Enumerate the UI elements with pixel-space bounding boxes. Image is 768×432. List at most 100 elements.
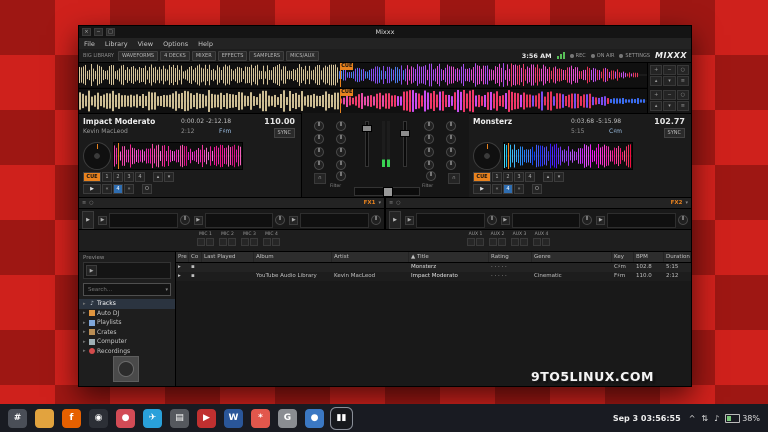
volume-icon[interactable]: ♪ <box>714 414 719 423</box>
fx-slot-toggle[interactable]: ▶ <box>501 216 510 225</box>
photo-app-icon[interactable]: * <box>251 409 270 428</box>
channel2-volume-fader[interactable] <box>400 121 408 167</box>
fx-slot-toggle[interactable]: ▶ <box>194 216 203 225</box>
maximize-button[interactable]: □ <box>106 28 115 36</box>
fx-slot-name[interactable] <box>109 213 178 228</box>
mic-gain-knob[interactable] <box>250 238 258 246</box>
mixxx-icon[interactable]: ▮▮ <box>332 409 351 428</box>
filter-knob[interactable] <box>336 171 346 181</box>
fx-slot-name[interactable] <box>300 213 369 228</box>
chevron-down-icon[interactable]: ▾ <box>165 287 168 293</box>
launcher-icon[interactable]: # <box>8 409 27 428</box>
menu-options[interactable]: Options <box>158 40 193 48</box>
web-browser-icon[interactable]: ● <box>305 409 324 428</box>
zoom-out-button[interactable]: − <box>663 65 675 75</box>
minimize-button[interactable]: − <box>94 28 103 36</box>
toolbar-effects[interactable]: EFFECTS <box>218 51 248 61</box>
loop-size-button[interactable]: 4 <box>113 184 123 194</box>
cover-art-spinny[interactable] <box>113 356 139 382</box>
hotcue-3[interactable]: 3 <box>514 172 524 182</box>
app-grid-icon[interactable]: ▤ <box>170 409 189 428</box>
menu-file[interactable]: File <box>79 40 100 48</box>
fx-slot-name[interactable] <box>607 213 676 228</box>
rate-down-button[interactable]: ▾ <box>164 172 174 182</box>
knob[interactable] <box>424 160 434 170</box>
rate-up-button[interactable]: ▴ <box>543 172 553 182</box>
menu-help[interactable]: Help <box>193 40 218 48</box>
zoom-out-button[interactable]: − <box>663 90 675 100</box>
table-row[interactable]: ▸▪YouTube Audio LibraryKevin MacLeodImpa… <box>176 272 691 281</box>
headphone-cue-button[interactable]: ∩ <box>314 173 326 184</box>
bpm-display[interactable]: 102.77 <box>654 117 685 126</box>
cue-button[interactable]: CUE <box>83 172 101 182</box>
fx-meta-knob[interactable] <box>582 215 592 225</box>
aux-gain-knob[interactable] <box>520 238 528 246</box>
settings-button[interactable]: SETTINGS <box>619 53 650 59</box>
fx-slot-name[interactable] <box>416 213 485 228</box>
sidebar-item-computer[interactable]: ▸Computer <box>79 337 175 347</box>
sync-button[interactable]: SYNC <box>664 128 685 138</box>
tray-expand-icon[interactable]: ^ <box>689 414 696 423</box>
knob[interactable] <box>336 160 346 170</box>
files-icon[interactable] <box>35 409 54 428</box>
taskbar-clock[interactable]: Sep 3 03:56:55 <box>613 414 681 423</box>
knob[interactable] <box>314 134 324 144</box>
mic-talk-button[interactable] <box>219 238 227 246</box>
sidebar-item-tracks[interactable]: ▸♪Tracks <box>79 299 175 309</box>
mic-gain-knob[interactable] <box>228 238 236 246</box>
mic-gain-knob[interactable] <box>206 238 214 246</box>
overview-waveform[interactable] <box>503 142 633 170</box>
video-app-icon[interactable]: ▶ <box>197 409 216 428</box>
column-header-bpm[interactable]: BPM <box>634 252 664 262</box>
close-button[interactable]: × <box>82 28 91 36</box>
rate-up-button[interactable]: ▴ <box>153 172 163 182</box>
menu-view[interactable]: View <box>133 40 158 48</box>
knob[interactable] <box>336 121 346 131</box>
spinny-vinyl[interactable] <box>473 142 501 170</box>
hotcue-4[interactable]: 4 <box>525 172 535 182</box>
spinny-vinyl[interactable] <box>83 142 111 170</box>
fx-slot-toggle[interactable]: ▶ <box>405 216 414 225</box>
fx-slot-toggle[interactable]: ▶ <box>596 216 605 225</box>
hotcue-2[interactable]: 2 <box>113 172 123 182</box>
writer-icon[interactable]: W <box>224 409 243 428</box>
table-row[interactable]: ▸▪Monsterz· · · · ·C♯m102.85:15 <box>176 263 691 272</box>
beatjump-forward-button[interactable]: » <box>124 184 134 194</box>
search-input[interactable] <box>86 286 163 294</box>
mic-gain-knob[interactable] <box>272 238 280 246</box>
toolbar-mics-aux[interactable]: MICS/AUX <box>286 51 319 61</box>
fx-enable-button[interactable]: ▶ <box>389 211 401 229</box>
column-header-key[interactable]: Key <box>612 252 634 262</box>
preview-play-button[interactable]: ▶ <box>86 265 97 276</box>
mic-talk-button[interactable] <box>197 238 205 246</box>
mic-talk-button[interactable] <box>241 238 249 246</box>
fx-meta-knob[interactable] <box>487 215 497 225</box>
sidebar-item-recordings[interactable]: ▸Recordings <box>79 347 175 357</box>
hotcue-3[interactable]: 3 <box>124 172 134 182</box>
expander-icon[interactable]: ▸ <box>83 329 87 335</box>
deck2-waveform[interactable]: CUE <box>79 88 647 113</box>
steam-icon[interactable]: ◉ <box>89 409 108 428</box>
battery-indicator[interactable]: 38% <box>725 414 760 423</box>
rate-down-button[interactable]: ▾ <box>554 172 564 182</box>
aux-talk-button[interactable] <box>533 238 541 246</box>
knob[interactable] <box>424 147 434 157</box>
aux-gain-knob[interactable] <box>498 238 506 246</box>
zoom-in-button[interactable]: + <box>650 65 662 75</box>
column-header-last-played[interactable]: Last Played <box>202 252 254 262</box>
fx-meta-knob[interactable] <box>180 215 190 225</box>
beatjump-forward-button[interactable]: » <box>514 184 524 194</box>
firefox-icon[interactable]: f <box>62 409 81 428</box>
column-header-duration[interactable]: Duration <box>664 252 691 262</box>
scroll-down-button[interactable]: ▾ <box>663 76 675 86</box>
zoom-in-button[interactable]: + <box>650 90 662 100</box>
expander-icon[interactable]: ▸ <box>83 339 87 345</box>
beats-toggle-icon[interactable]: ≡ <box>677 76 689 86</box>
loop-size-button[interactable]: 4 <box>503 184 513 194</box>
column-header-pre[interactable]: Pre <box>176 252 189 262</box>
fx-slot-toggle[interactable]: ▶ <box>98 216 107 225</box>
chevron-down-icon[interactable]: ▾ <box>378 200 381 206</box>
hotcue-2[interactable]: 2 <box>503 172 513 182</box>
gimp-icon[interactable]: G <box>278 409 297 428</box>
column-header-co[interactable]: Co <box>189 252 202 262</box>
